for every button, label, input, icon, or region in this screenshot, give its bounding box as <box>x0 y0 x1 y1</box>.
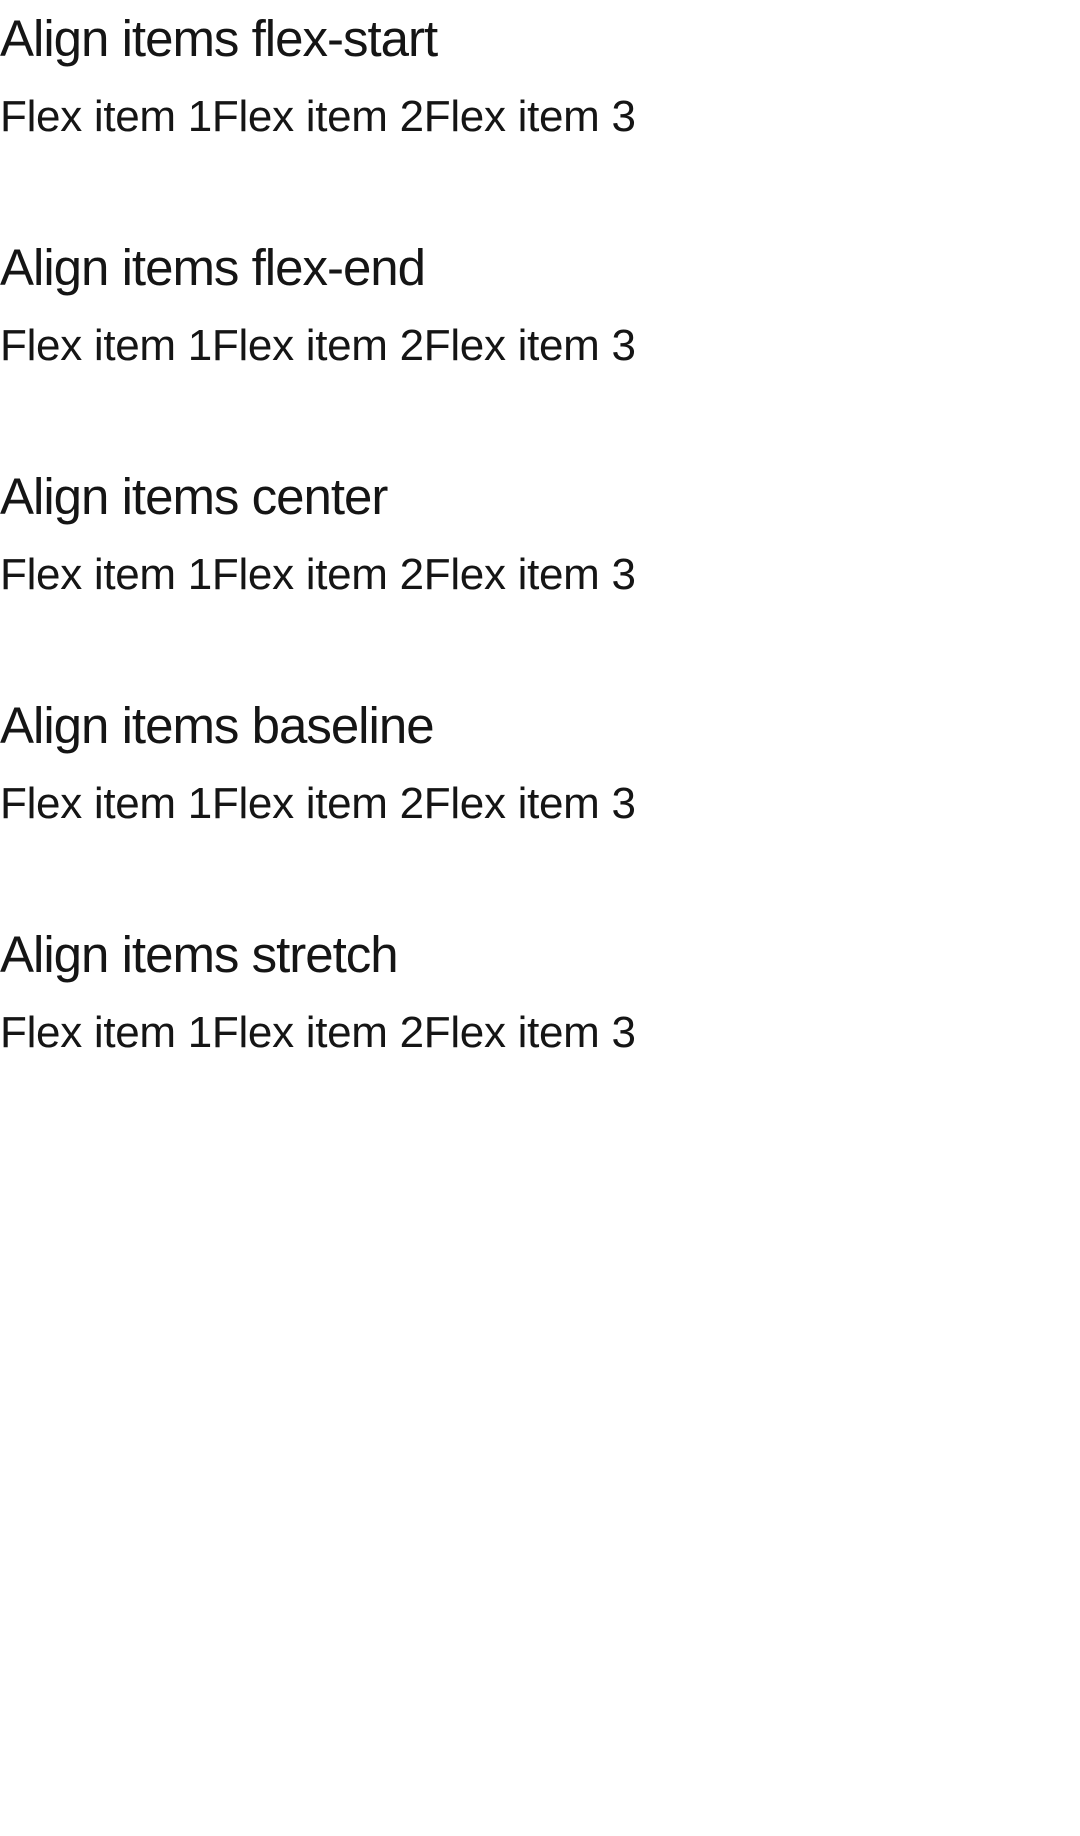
section-align-flex-end: Align items flex-end Flex item 1 Flex it… <box>0 229 1080 458</box>
flex-item: Flex item 1 <box>0 1008 212 1057</box>
flex-item: Flex item 2 <box>211 1008 424 1057</box>
section-align-flex-start: Align items flex-start Flex item 1 Flex … <box>0 0 1080 229</box>
section-align-baseline: Align items baseline Flex item 1 Flex it… <box>0 687 1080 916</box>
flex-item: Flex item 3 <box>423 779 636 828</box>
flex-container: Flex item 1 Flex item 2 Flex item 3 <box>0 78 1080 156</box>
section-heading: Align items baseline <box>0 697 435 754</box>
flex-item: Flex item 3 <box>423 1008 636 1057</box>
section-align-stretch: Align items stretch Flex item 1 Flex ite… <box>0 916 1080 1145</box>
section-heading: Align items center <box>0 468 388 525</box>
flex-container: Flex item 1 Flex item 2 Flex item 3 <box>0 307 1080 385</box>
section-heading: Align items flex-end <box>0 239 426 296</box>
flex-item: Flex item 2 <box>211 779 424 828</box>
flex-item: Flex item 3 <box>423 92 636 141</box>
flex-container: Flex item 1 Flex item 2 Flex item 3 <box>0 536 1080 614</box>
flex-item: Flex item 2 <box>211 321 424 370</box>
flex-item: Flex item 1 <box>0 321 212 370</box>
flex-item: Flex item 1 <box>0 550 212 599</box>
flex-item: Flex item 1 <box>0 92 212 141</box>
flex-item: Flex item 2 <box>211 92 424 141</box>
flex-container: Flex item 1 Flex item 2 Flex item 3 <box>0 994 1080 1072</box>
flex-item: Flex item 2 <box>211 550 424 599</box>
section-align-center: Align items center Flex item 1 Flex item… <box>0 458 1080 687</box>
section-heading: Align items flex-start <box>0 10 438 67</box>
section-heading: Align items stretch <box>0 926 399 983</box>
flex-item: Flex item 3 <box>423 550 636 599</box>
flex-item: Flex item 1 <box>0 779 212 828</box>
flex-item: Flex item 3 <box>423 321 636 370</box>
flex-container: Flex item 1 Flex item 2 Flex item 3 <box>0 765 1080 843</box>
